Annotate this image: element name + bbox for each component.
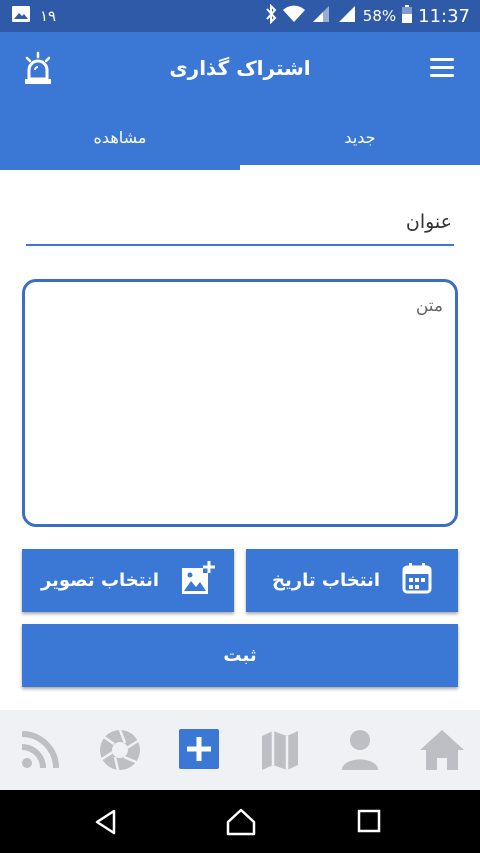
clock: 11:37 bbox=[418, 5, 470, 27]
system-navigation-bar bbox=[0, 790, 480, 853]
signal-icon-2 bbox=[337, 5, 357, 27]
status-bar-left: ۱۹ bbox=[12, 6, 56, 26]
wifi-icon bbox=[282, 5, 305, 27]
person-icon[interactable] bbox=[338, 728, 382, 772]
rss-icon[interactable] bbox=[18, 728, 62, 772]
status-bar-right: 58% 11:37 bbox=[265, 3, 470, 28]
home-button-icon[interactable] bbox=[226, 808, 256, 836]
text-input[interactable] bbox=[22, 279, 458, 527]
aperture-icon[interactable] bbox=[98, 728, 142, 772]
map-icon[interactable] bbox=[258, 728, 302, 772]
title-input[interactable] bbox=[26, 200, 454, 246]
submit-label: ثبت bbox=[223, 645, 257, 666]
bluetooth-icon bbox=[265, 3, 277, 28]
select-date-button[interactable]: انتخاب تاریخ bbox=[246, 549, 458, 612]
select-date-label: انتخاب تاریخ bbox=[272, 570, 380, 591]
app-bar: اشتراک گذاری bbox=[0, 32, 480, 108]
status-bar: ۱۹ 58% 11:37 bbox=[0, 0, 480, 32]
add-photo-icon bbox=[181, 561, 216, 600]
select-image-button[interactable]: انتخاب تصویر bbox=[22, 549, 234, 612]
signal-icon bbox=[311, 5, 331, 27]
plus-icon[interactable] bbox=[178, 728, 222, 772]
image-icon bbox=[12, 6, 30, 26]
active-tab-indicator bbox=[240, 165, 480, 170]
tab-new[interactable]: جدید bbox=[240, 108, 480, 170]
notification-count: ۱۹ bbox=[40, 7, 57, 25]
battery-percent: 58% bbox=[362, 7, 397, 25]
calendar-icon bbox=[402, 562, 432, 599]
battery-icon bbox=[402, 5, 413, 27]
page-title: اشتراک گذاری bbox=[169, 56, 311, 80]
back-icon[interactable] bbox=[92, 808, 120, 836]
tab-bar: جدید مشاهده bbox=[0, 108, 480, 170]
tab-view[interactable]: مشاهده bbox=[0, 108, 240, 170]
recents-icon[interactable] bbox=[356, 808, 384, 836]
bottom-navigation bbox=[0, 710, 480, 790]
home-icon[interactable] bbox=[418, 728, 464, 772]
siren-icon[interactable] bbox=[22, 50, 54, 86]
submit-button[interactable]: ثبت bbox=[22, 624, 458, 687]
select-image-label: انتخاب تصویر bbox=[40, 570, 160, 591]
